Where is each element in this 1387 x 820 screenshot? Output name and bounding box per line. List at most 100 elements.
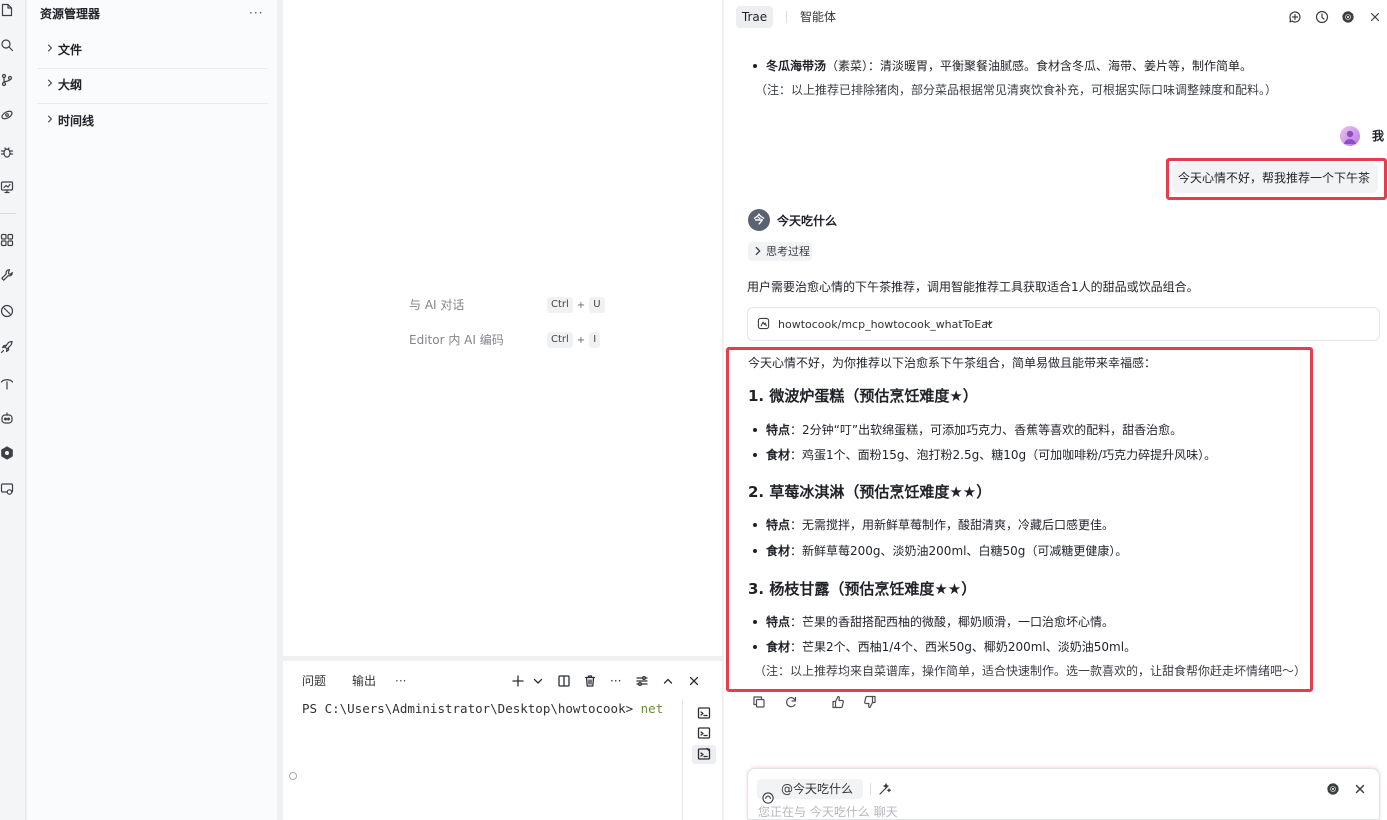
agent-avatar: 今 [748,209,770,231]
hexagon-icon[interactable] [0,446,14,460]
agent-mention-label: @今天吃什么 [781,782,854,796]
chevron-up-icon[interactable] [661,674,675,688]
bottom-panel: 问题 输出 ··· ··· PS C:\Users\Administrator\… [283,661,722,820]
terminal-status-indicator [289,772,297,780]
agent-mention-chip[interactable]: @今天吃什么 [757,779,863,804]
chevron-right-icon [45,114,59,128]
debug-icon[interactable] [0,145,14,159]
input-divider [870,783,871,795]
new-terminal-plus-icon[interactable] [511,674,525,688]
wrench-icon[interactable] [0,268,14,282]
sidebar-section-label: 大纲 [58,78,83,92]
agent-reply-highlight [726,347,1313,692]
input-settings-gear-icon[interactable] [1326,782,1340,796]
remote-explorer-icon[interactable] [0,180,14,194]
eye-icon[interactable] [0,108,14,122]
rocket-icon[interactable] [0,340,14,354]
extensions-icon[interactable] [0,233,14,247]
kbd-plus: + [576,334,586,346]
kbd-key: U [589,297,605,313]
history-icon[interactable] [1315,10,1329,24]
panel-more-button[interactable]: ··· [610,673,621,689]
chevron-down-icon[interactable] [983,317,997,331]
sidebar-divider [37,103,268,104]
thumbs-up-icon[interactable] [831,695,845,709]
remove-mention-close-icon[interactable] [1353,782,1367,796]
chat-input-box[interactable]: @今天吃什么 您正在与 今天吃什么 聊天 [747,768,1380,820]
compass-icon[interactable] [0,304,14,318]
chat-input-placeholder: 您正在与 今天吃什么 聊天 [758,805,898,819]
tool-call-icon [757,317,771,331]
tab-divider [786,11,787,23]
explorer-sidebar: 资源管理器 ··· 文件 大纲 时间线 [27,0,277,820]
source-control-icon[interactable] [0,73,14,87]
editor-area: 与 AI 对话 Ctrl + U Editor 内 AI 编码 Ctrl + I [283,0,722,656]
user-name: 我 [1372,129,1385,143]
thinking-process-toggle[interactable]: 思考过程 [748,242,812,261]
sidebar-section-outline[interactable]: 大纲 [37,75,268,95]
trash-icon[interactable] [583,674,597,688]
agent-summary: 用户需要治愈心情的下午茶推荐，调用智能推荐工具获取适合1人的甜品或饮品组合。 [747,280,1199,294]
agent-name: 今天吃什么 [777,214,838,228]
tool-call-name: howtocook/mcp_howtocook_whatToEat [778,318,993,331]
activity-divider [0,213,16,214]
bullet-dot [753,64,757,68]
agent-icon [762,792,776,806]
shortcut-label-ai-chat: 与 AI 对话 [409,298,465,312]
new-chat-icon[interactable] [1288,10,1302,24]
activity-bar [0,0,26,820]
sidebar-section-label: 文件 [58,43,83,57]
shortcut-keys-ai-chat: Ctrl + U [547,297,605,313]
search-icon[interactable] [0,38,14,52]
panel-settings-icon[interactable] [635,674,649,688]
previous-bullet-title: 冬瓜海带汤 [766,59,827,73]
split-terminal-icon[interactable] [557,674,571,688]
kbd-plus: + [576,299,586,311]
terminal-instance-icon[interactable] [697,726,711,740]
copy-icon[interactable] [752,695,766,709]
gear-icon[interactable] [1341,10,1355,24]
tab-trae[interactable]: Trae [736,6,773,28]
kbd-key: Ctrl [547,332,573,348]
kbd-key: I [589,332,601,348]
thumbs-down-icon[interactable] [863,695,877,709]
previous-note: （注：以上推荐已排除猪肉，部分菜品根据常见清爽饮食补充，可根据实际口味调整辣度和… [755,83,1278,97]
kbd-key: Ctrl [547,297,573,313]
previous-bullet: 冬瓜海带汤（素菜）：清淡暖胃，平衡聚餐油腻感。食材含冬瓜、海带、姜片等，制作简单… [766,58,1252,74]
sidebar-section-files[interactable]: 文件 [37,40,268,60]
user-message-highlight [1166,158,1387,200]
magic-tools-icon[interactable] [878,782,892,796]
user-avatar [1340,126,1360,146]
panel-tabs-more-button[interactable]: ··· [395,673,406,689]
chevron-right-icon [752,245,766,259]
refresh-icon[interactable] [784,695,798,709]
tab-agents[interactable]: 智能体 [800,9,836,25]
files-icon[interactable] [0,3,14,17]
sidebar-section-timeline[interactable]: 时间线 [37,111,268,131]
tool-call-card[interactable]: howtocook/mcp_howtocook_whatToEat [747,307,1380,341]
previous-bullet-text: （素菜）：清淡暖胃，平衡聚餐油腻感。食材含冬瓜、海带、姜片等，制作简单。 [826,59,1253,73]
terminal-instance-icon-active[interactable] [697,747,711,761]
close-panel-icon[interactable] [687,674,701,688]
chevron-right-icon [45,78,59,92]
chevron-down-icon[interactable] [531,674,545,688]
sidebar-section-label: 时间线 [58,114,95,128]
shortcut-keys-inline-ai: Ctrl + I [547,332,601,348]
deploy-icon[interactable] [0,376,14,390]
thinking-label: 思考过程 [766,245,810,258]
terminal-prompt: PS C:\Users\Administrator\Desktop\howtoc… [302,701,641,716]
sidebar-divider [37,68,268,69]
ai-chat-panel: Trae 智能体 冬瓜海带汤（素菜）：清淡暖胃，平衡聚餐油腻感。食材含冬瓜、海带… [724,0,1387,820]
remote-monitor-icon[interactable] [0,482,14,496]
close-icon[interactable] [1368,10,1382,24]
robot-icon[interactable] [0,411,14,425]
terminal-list-divider [682,699,683,820]
sidebar-title: 资源管理器 [40,7,101,21]
sidebar-more-button[interactable]: ··· [249,5,263,21]
terminal-instance-icon[interactable] [697,706,711,720]
tab-output[interactable]: 输出 [352,673,376,689]
shortcut-label-inline-ai: Editor 内 AI 编码 [409,333,504,347]
chevron-right-icon [45,43,59,57]
terminal-line[interactable]: PS C:\Users\Administrator\Desktop\howtoc… [302,701,663,717]
tab-problems[interactable]: 问题 [302,673,326,689]
